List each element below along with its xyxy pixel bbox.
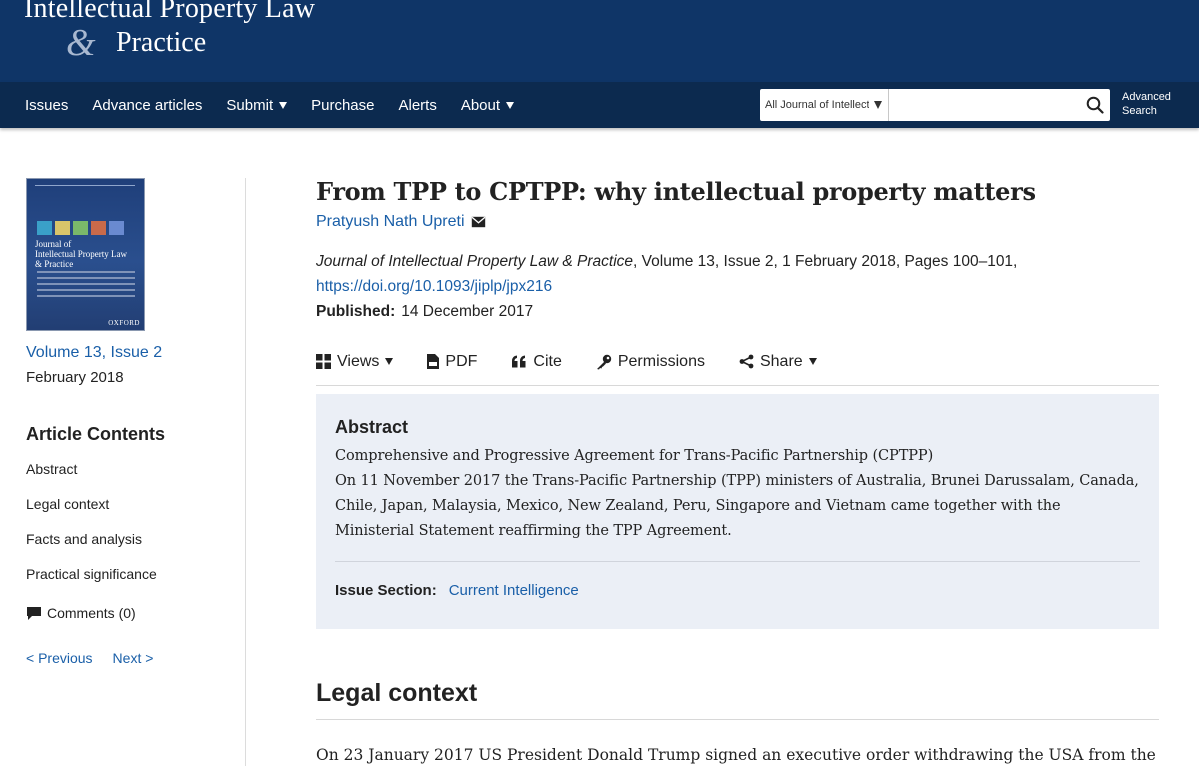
pdf-label: PDF bbox=[445, 352, 478, 370]
previous-article-link[interactable]: < Previous bbox=[26, 650, 93, 666]
comments-link[interactable]: Comments (0) bbox=[26, 605, 226, 621]
nav-item-alerts[interactable]: Alerts bbox=[398, 97, 436, 114]
search-icon bbox=[1086, 96, 1104, 114]
pdf-button[interactable]: PDF bbox=[427, 353, 477, 371]
cite-label: Cite bbox=[533, 352, 562, 370]
sidebar: Journal of Intellectual Property Law & P… bbox=[26, 178, 226, 666]
search-input[interactable] bbox=[889, 89, 1080, 121]
cover-artwork bbox=[37, 221, 124, 235]
nav-item-advance-articles[interactable]: Advance articles bbox=[92, 97, 202, 114]
advanced-search-link[interactable]: Advanced Search bbox=[1122, 90, 1171, 118]
next-article-link[interactable]: Next > bbox=[113, 650, 154, 666]
cite-button[interactable]: Cite bbox=[511, 352, 562, 371]
article-toolbar: Views PDF Cite Permissions Share bbox=[316, 348, 1159, 386]
nav-item-issues[interactable]: Issues bbox=[25, 97, 68, 114]
nav-label: Alerts bbox=[398, 96, 437, 114]
nav-label: Advance articles bbox=[92, 96, 203, 114]
masthead: Intellectual Property Law & Practice bbox=[0, 0, 1199, 82]
issue-section-link[interactable]: Current Intelligence bbox=[449, 582, 579, 599]
cover-publisher: OXFORD bbox=[108, 319, 140, 327]
search-bar: All Journal of Intellectual Property Law… bbox=[760, 89, 1110, 121]
advanced-search-line2: Search bbox=[1122, 105, 1157, 117]
article-main: From TPP to CPTPP: why intellectual prop… bbox=[316, 176, 1159, 766]
article-contents-list: Abstract Legal context Facts and analysi… bbox=[26, 460, 226, 584]
caret-down-icon bbox=[874, 101, 882, 109]
citation: Journal of Intellectual Property Law & P… bbox=[316, 249, 1159, 274]
legal-context-heading: Legal context bbox=[316, 677, 1159, 720]
comment-icon bbox=[26, 606, 42, 621]
nav-item-purchase[interactable]: Purchase bbox=[311, 97, 374, 114]
abstract-divider bbox=[335, 561, 1140, 562]
author-name: Pratyush Nath Upreti bbox=[316, 213, 465, 230]
abstract-section: Abstract Comprehensive and Progressive A… bbox=[316, 394, 1159, 629]
citation-details: , Volume 13, Issue 2, 1 February 2018, P… bbox=[633, 253, 1018, 270]
nav-label: Issues bbox=[25, 96, 69, 114]
views-label: Views bbox=[337, 352, 380, 370]
published-info: Published: 14 December 2017 bbox=[316, 299, 1159, 324]
quote-icon bbox=[511, 355, 527, 368]
caret-down-icon bbox=[385, 358, 394, 365]
nav-item-about[interactable]: About bbox=[460, 96, 515, 114]
comments-label: Comments (0) bbox=[47, 605, 136, 621]
citation-journal: Journal of Intellectual Property Law & P… bbox=[316, 253, 634, 270]
search-scope-select[interactable]: All Journal of Intellectual Property Law… bbox=[760, 89, 889, 121]
share-label: Share bbox=[759, 352, 803, 370]
toc-item-legal-context[interactable]: Legal context bbox=[26, 495, 226, 514]
article-title: From TPP to CPTPP: why intellectual prop… bbox=[316, 177, 1036, 206]
caret-down-icon bbox=[808, 358, 817, 365]
cover-title: Journal of Intellectual Property Law & P… bbox=[35, 239, 127, 269]
share-icon bbox=[739, 354, 754, 369]
share-dropdown[interactable]: Share bbox=[739, 353, 817, 371]
toc-item-abstract[interactable]: Abstract bbox=[26, 460, 226, 479]
article-pagination: < Previous Next > bbox=[26, 650, 226, 666]
pdf-file-icon bbox=[427, 354, 440, 369]
legal-context-paragraph: On 23 January 2017 US President Donald T… bbox=[316, 746, 1156, 764]
issue-link[interactable]: Volume 13, Issue 2 bbox=[26, 342, 226, 364]
toc-item-facts-and-analysis[interactable]: Facts and analysis bbox=[26, 530, 226, 549]
permissions-label: Permissions bbox=[617, 352, 705, 370]
published-date: 14 December 2017 bbox=[401, 303, 534, 320]
nav-label: Submit bbox=[226, 96, 274, 114]
sidebar-divider bbox=[245, 178, 246, 766]
issue-section-label: Issue Section: bbox=[335, 582, 437, 599]
search-button[interactable] bbox=[1080, 89, 1110, 121]
abstract-text: On 11 November 2017 the Trans-Pacific Pa… bbox=[335, 473, 1139, 539]
issue-cover-image[interactable]: Journal of Intellectual Property Law & P… bbox=[26, 178, 145, 331]
issue-section: Issue Section: Current Intelligence bbox=[335, 582, 1140, 599]
published-label: Published: bbox=[316, 303, 396, 320]
article-contents-heading: Article Contents bbox=[26, 424, 166, 444]
caret-down-icon bbox=[506, 101, 515, 109]
abstract-subtitle: Comprehensive and Progressive Agreement … bbox=[335, 448, 934, 464]
author-link[interactable]: Pratyush Nath Upreti bbox=[316, 213, 1159, 231]
doi-link[interactable]: https://doi.org/10.1093/jiplp/jpx216 bbox=[316, 278, 552, 295]
caret-down-icon bbox=[279, 101, 288, 109]
journal-logo[interactable]: Intellectual Property Law & Practice bbox=[24, 0, 315, 64]
grid-icon bbox=[316, 354, 331, 369]
key-icon bbox=[596, 354, 612, 370]
nav-item-submit[interactable]: Submit bbox=[226, 96, 288, 114]
logo-ampersand: & bbox=[66, 22, 96, 64]
toc-item-practical-significance[interactable]: Practical significance bbox=[26, 565, 226, 584]
views-dropdown[interactable]: Views bbox=[316, 352, 394, 371]
abstract-heading: Abstract bbox=[335, 417, 409, 437]
issue-date: February 2018 bbox=[26, 369, 124, 386]
permissions-button[interactable]: Permissions bbox=[596, 353, 705, 371]
nav-label: Purchase bbox=[311, 96, 375, 114]
email-icon[interactable] bbox=[471, 216, 486, 228]
nav-label: About bbox=[460, 96, 501, 114]
logo-title-line2: Practice bbox=[116, 27, 207, 58]
advanced-search-line1: Advanced bbox=[1122, 91, 1171, 103]
search-scope-value: All Journal of Intellectual Property Law… bbox=[765, 99, 869, 111]
